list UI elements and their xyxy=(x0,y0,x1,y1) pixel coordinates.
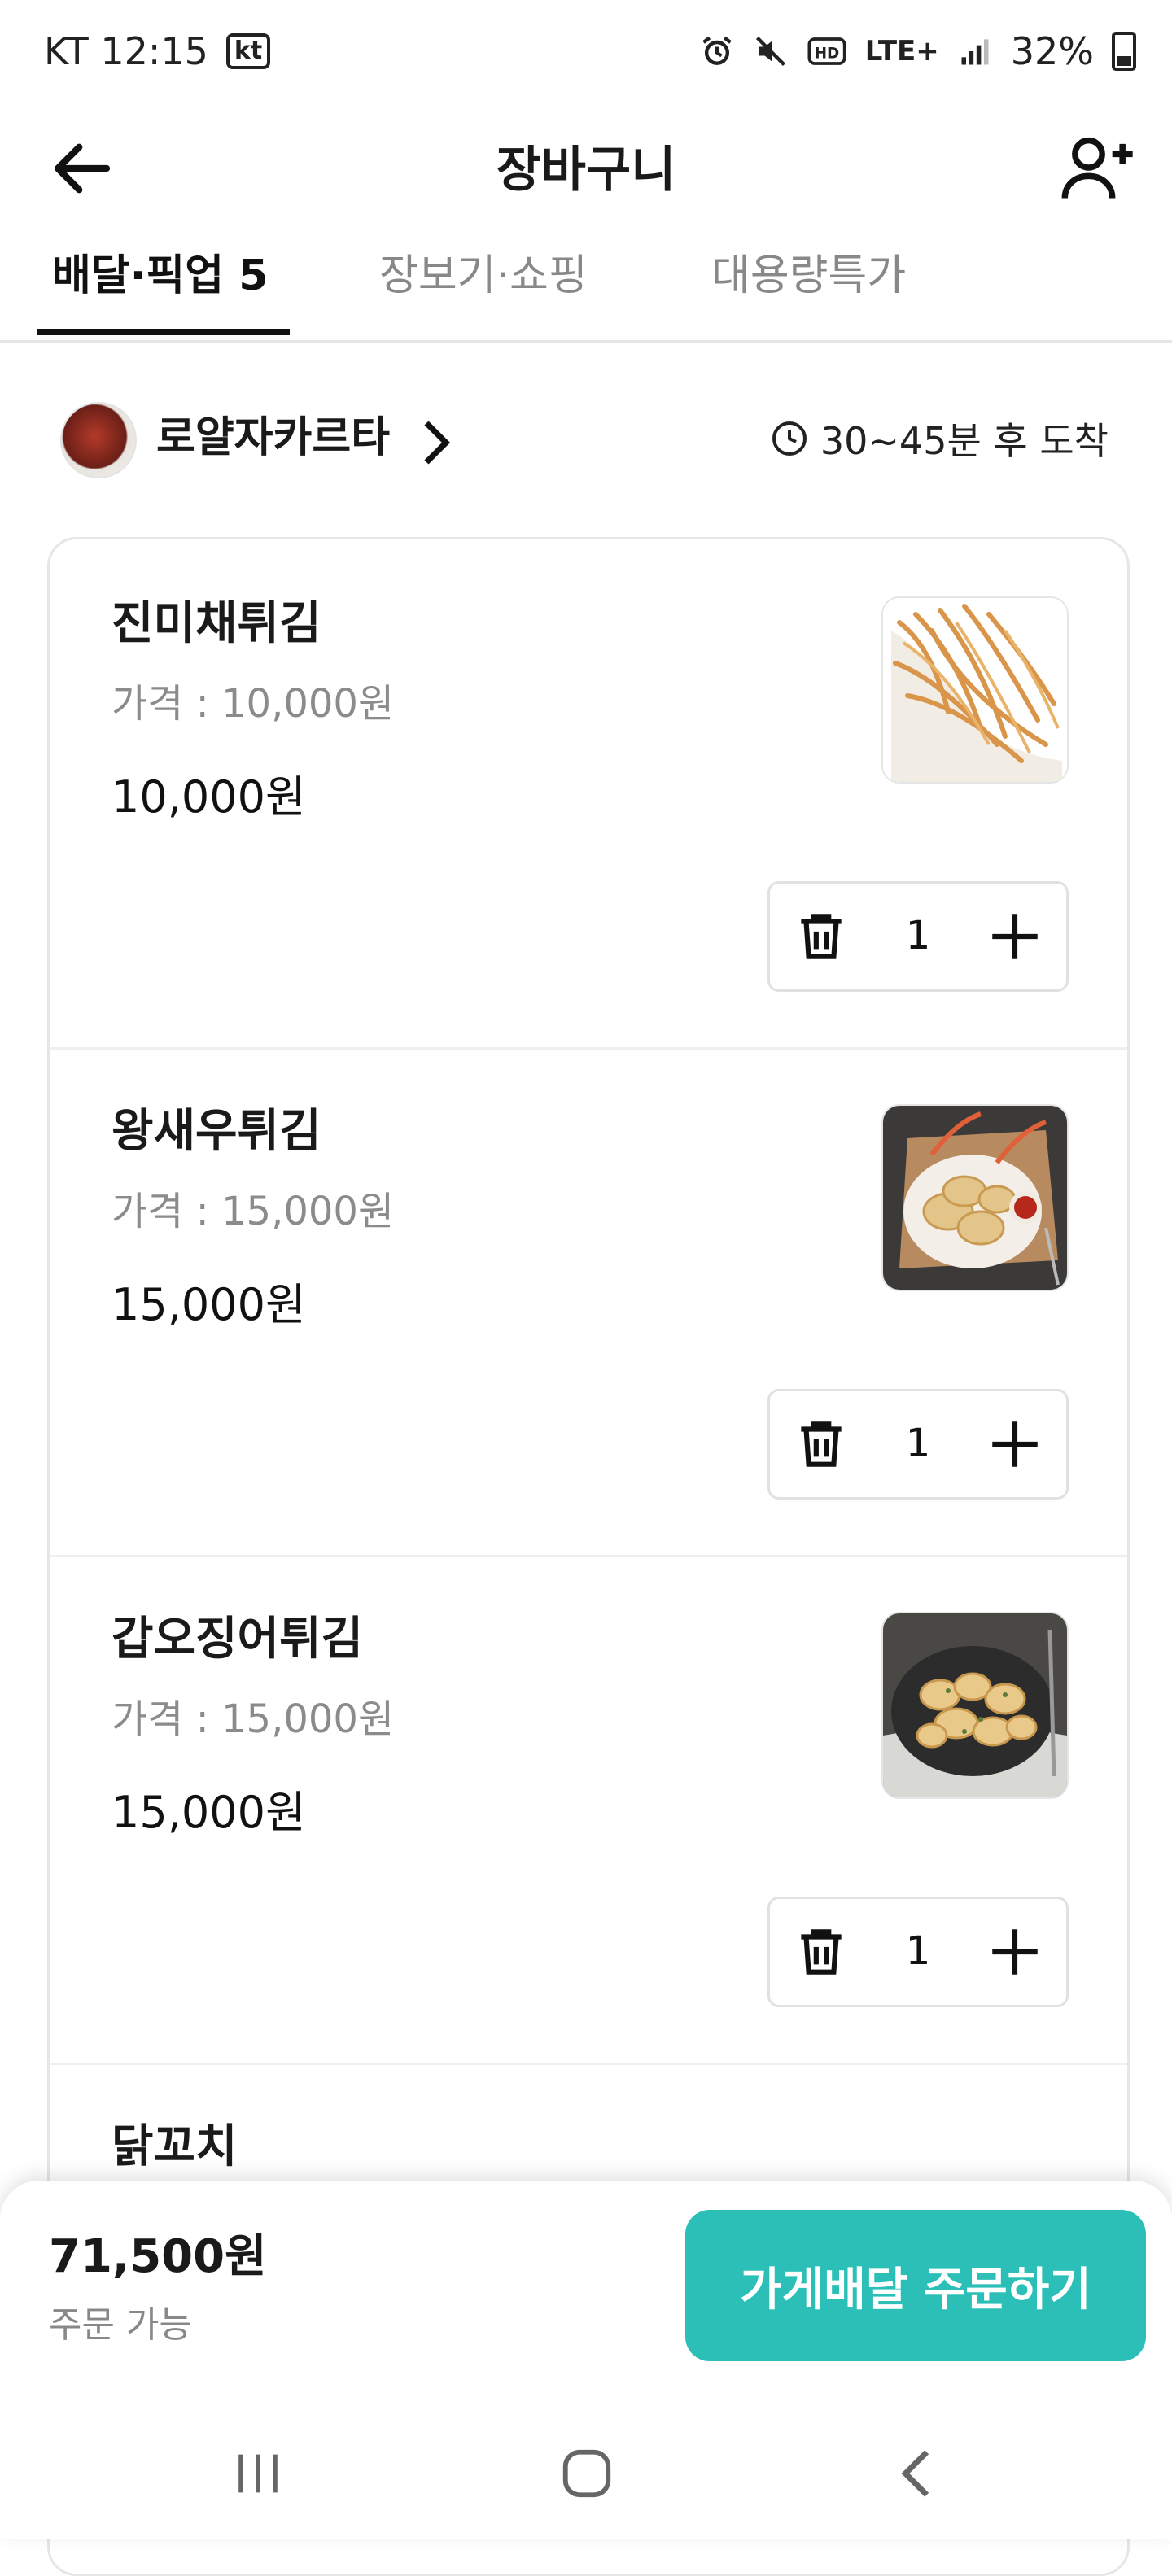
status-left: KT 12:15 kt xyxy=(44,29,271,73)
trash-icon[interactable] xyxy=(791,1922,851,1982)
page-title: 장바구니 xyxy=(496,142,676,199)
fried-shrimp-photo xyxy=(881,1104,1069,1291)
item-name: 왕새우튀김 xyxy=(112,1105,321,1158)
quantity-stepper: 1 xyxy=(767,881,1069,992)
order-button[interactable]: 가게배달 주문하기 xyxy=(685,2210,1146,2361)
trash-icon[interactable] xyxy=(791,1414,851,1474)
status-right: HD LTE+ 32% xyxy=(699,29,1136,73)
item-unit-price: 가격 : 15,000원 xyxy=(112,1189,395,1234)
add-user-icon[interactable] xyxy=(1058,127,1139,208)
fried-squid-strips-photo xyxy=(881,596,1069,784)
home-icon[interactable] xyxy=(542,2433,632,2514)
cart-item: 갑오징어튀김 가격 : 15,000원 15,000원 1 xyxy=(50,1555,1127,2065)
svg-text:HD: HD xyxy=(815,45,840,62)
quantity-value: 1 xyxy=(905,1928,931,1974)
fried-cuttlefish-photo xyxy=(881,1612,1069,1799)
trash-icon[interactable] xyxy=(791,906,851,967)
active-tab-indicator xyxy=(37,329,290,335)
item-name: 닭꼬치 xyxy=(112,2120,238,2173)
store-name[interactable]: 로얄자카르타 xyxy=(156,407,390,469)
plus-icon[interactable] xyxy=(985,1922,1045,1982)
network-type: LTE+ xyxy=(864,35,939,68)
chevron-right-icon[interactable] xyxy=(420,418,453,467)
quantity-value: 1 xyxy=(905,913,931,958)
system-nav-bar xyxy=(0,2408,1172,2539)
battery-icon xyxy=(1112,32,1136,71)
quantity-value: 1 xyxy=(905,1421,931,1466)
quantity-stepper: 1 xyxy=(767,1389,1069,1500)
carrier-badge: kt xyxy=(225,33,271,69)
order-status: 주문 가능 xyxy=(49,2304,192,2346)
store-row: 로얄자카르타 30~45분 후 도착 xyxy=(0,382,1172,488)
tab-delivery-pickup[interactable]: 배달·픽업 5 xyxy=(52,247,268,304)
back-nav-icon[interactable] xyxy=(872,2433,962,2514)
item-name: 갑오징어튀김 xyxy=(112,1613,364,1666)
signal-icon xyxy=(961,39,989,65)
tab-grocery-shopping[interactable]: 장보기·쇼핑 xyxy=(379,247,588,304)
item-unit-price: 가격 : 15,000원 xyxy=(112,1696,395,1742)
item-total-price: 15,000원 xyxy=(112,1787,306,1838)
alarm-icon xyxy=(702,36,732,65)
eta-text: 30~45분 후 도착 xyxy=(820,419,1109,463)
item-unit-price: 가격 : 10,000원 xyxy=(112,681,395,727)
item-name: 진미채튀김 xyxy=(112,597,321,650)
delivery-eta: 30~45분 후 도착 xyxy=(770,412,1109,465)
recent-apps-icon[interactable] xyxy=(213,2433,303,2514)
clock-icon xyxy=(772,421,807,456)
item-total-price: 10,000원 xyxy=(112,771,306,823)
item-total-price: 15,000원 xyxy=(112,1279,306,1330)
plus-icon[interactable] xyxy=(985,1414,1045,1474)
order-total: 71,500원 xyxy=(49,2230,267,2283)
hd-icon: HD xyxy=(807,37,846,65)
tab-bulk-deals[interactable]: 대용량특가 xyxy=(711,247,906,304)
status-bar: KT 12:15 kt HD LTE+ 32% xyxy=(0,0,1172,114)
store-thumbnail[interactable] xyxy=(60,402,137,478)
cart-item: 왕새우튀김 가격 : 15,000원 15,000원 1 xyxy=(50,1047,1127,1557)
plus-icon[interactable] xyxy=(985,906,1045,967)
carrier-time: KT 12:15 xyxy=(44,29,208,73)
cart-item: 진미채튀김 가격 : 10,000원 10,000원 1 xyxy=(50,539,1127,1050)
header: 장바구니 xyxy=(0,114,1172,220)
mute-icon xyxy=(755,36,785,67)
battery-percent: 32% xyxy=(1010,29,1094,73)
quantity-stepper: 1 xyxy=(767,1897,1069,2007)
tab-bar: 배달·픽업 5 장보기·쇼핑 대용량특가 xyxy=(0,236,1172,343)
